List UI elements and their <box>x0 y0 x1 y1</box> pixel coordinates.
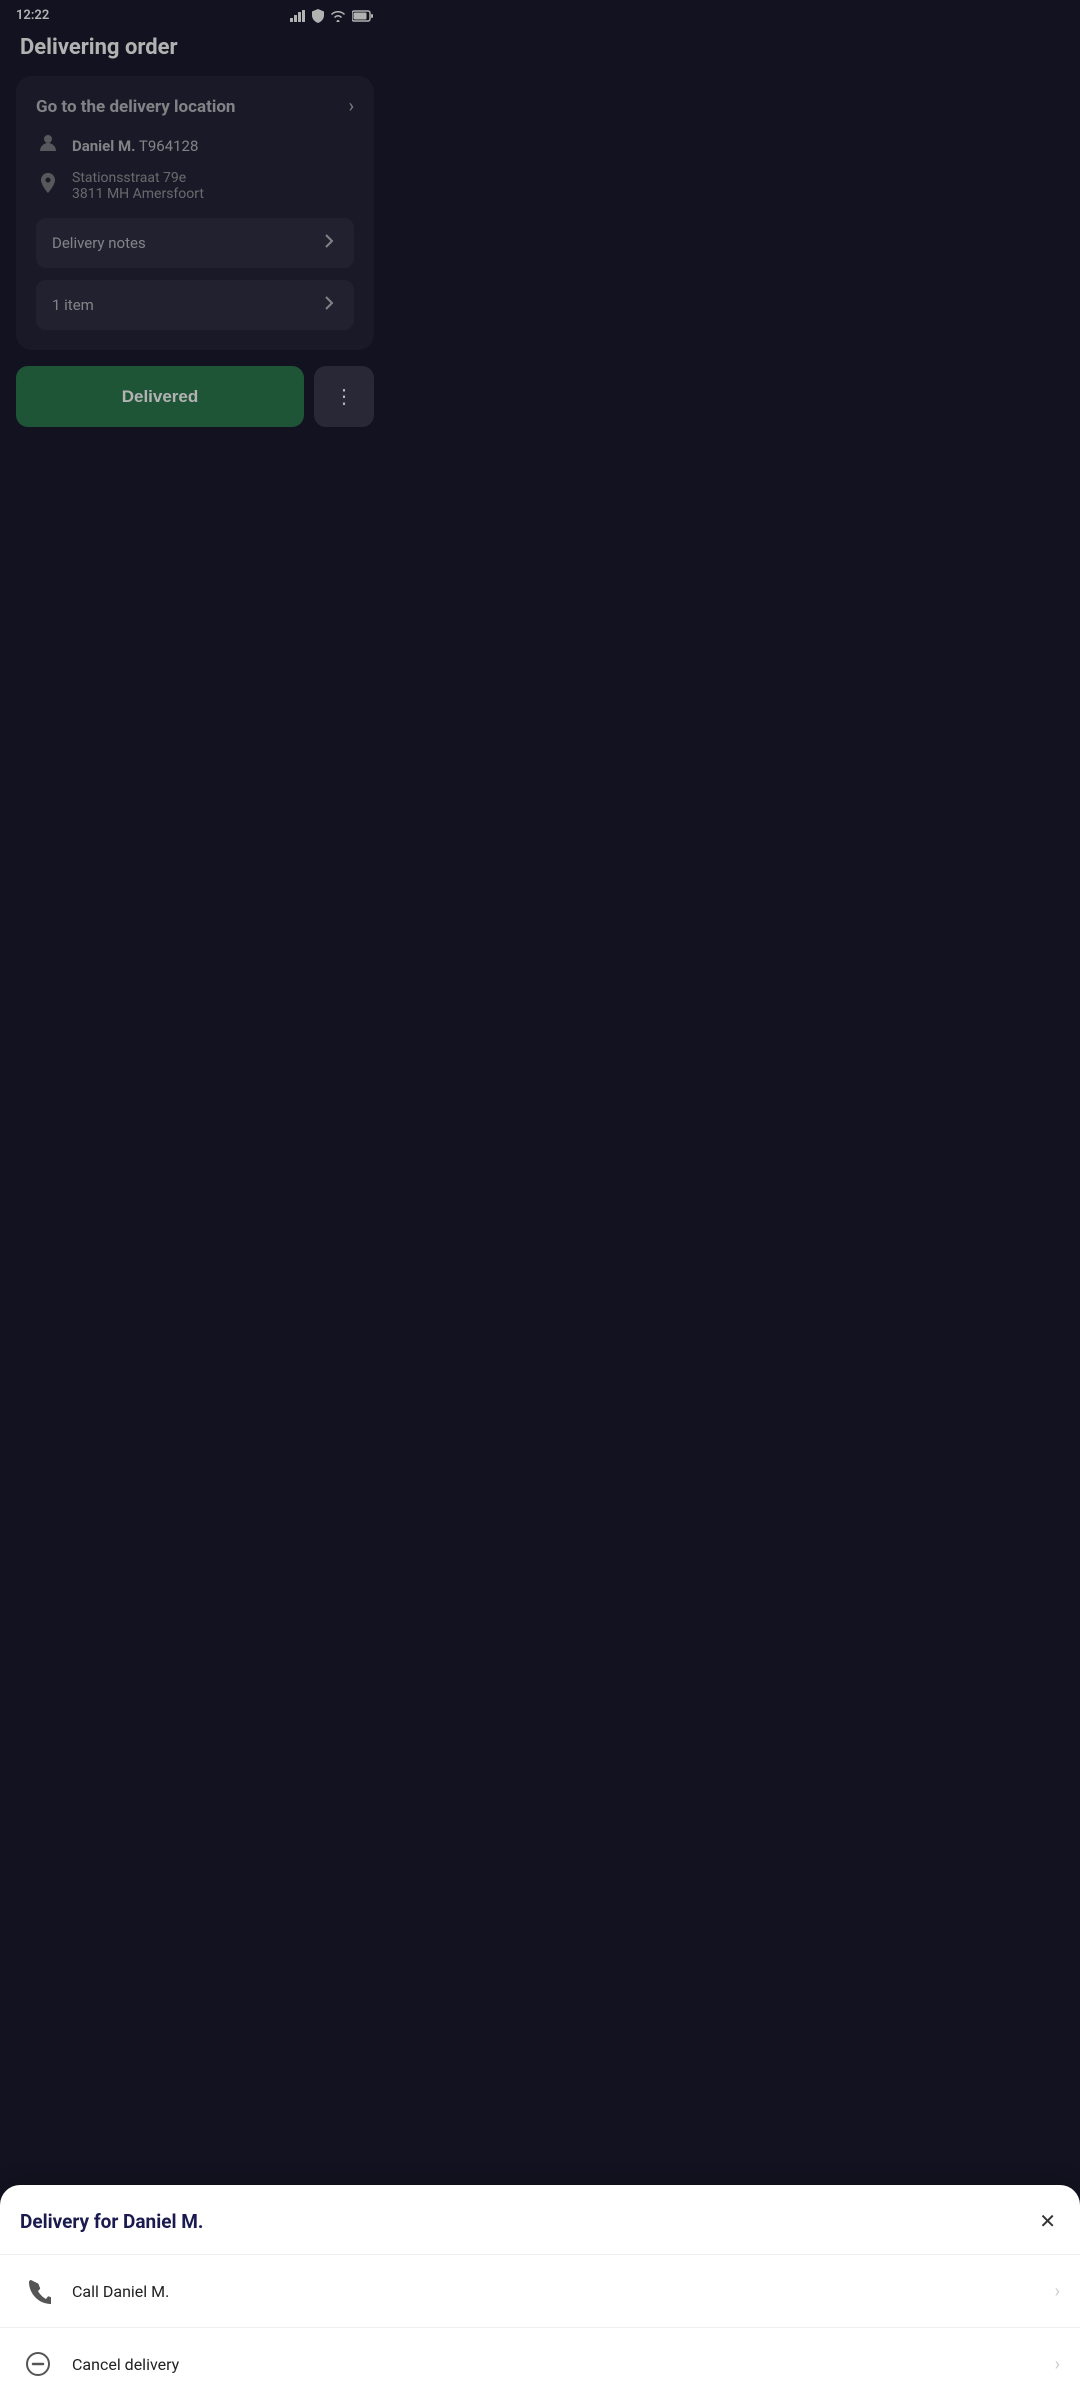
close-icon: ✕ <box>1039 2211 1056 2233</box>
overlay[interactable] <box>0 0 1080 2400</box>
sheet-header: Delivery for Daniel M. ✕ <box>0 2185 1080 2255</box>
cancel-delivery-item[interactable]: Cancel delivery › <box>0 2328 1080 2400</box>
call-item[interactable]: Call Daniel M. › <box>0 2255 1080 2328</box>
sheet-title: Delivery for Daniel M. <box>20 2210 203 2233</box>
bottom-sheet: Delivery for Daniel M. ✕ Call Daniel M. … <box>0 2185 1080 2400</box>
cancel-label: Cancel delivery <box>72 2355 1039 2374</box>
cancel-icon <box>20 2346 56 2382</box>
close-sheet-button[interactable]: ✕ <box>1035 2205 1060 2238</box>
call-chevron-icon: › <box>1055 2281 1060 2302</box>
cancel-chevron-icon: › <box>1055 2354 1060 2375</box>
call-label: Call Daniel M. <box>72 2282 1039 2301</box>
phone-icon <box>20 2273 56 2309</box>
